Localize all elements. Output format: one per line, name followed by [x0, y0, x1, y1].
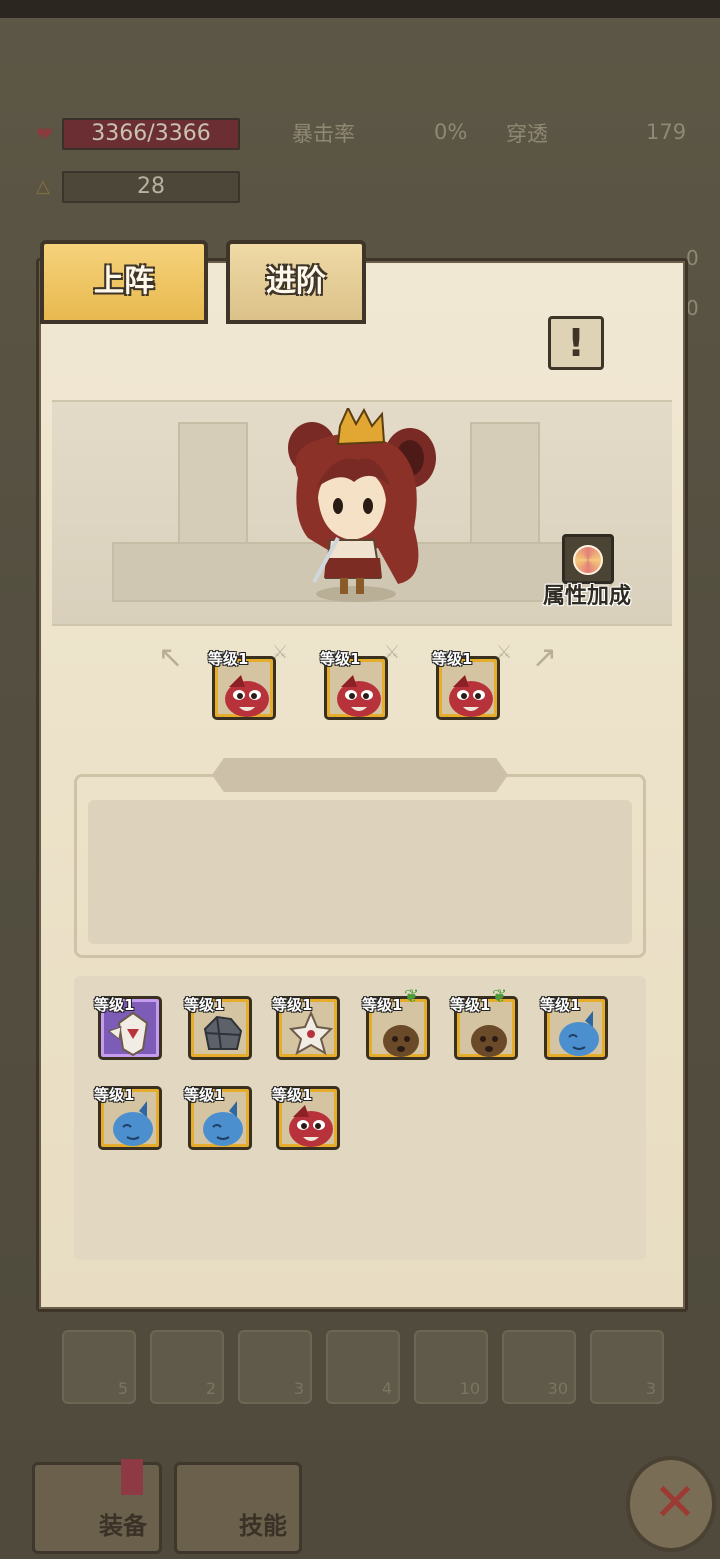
heart-icon: ❤ [36, 122, 53, 146]
sword-icon: ⚔ [272, 642, 289, 663]
crit-label: 暴击率 [292, 122, 355, 146]
equipment-tab[interactable]: 装备 [32, 1459, 162, 1554]
leaf-icon: ❦ [492, 986, 508, 1007]
unit-level-label: 等级1 [184, 996, 225, 1014]
hero-character[interactable] [278, 408, 438, 604]
blue-item-slot: 4 [326, 1330, 400, 1404]
info-button[interactable]: ! [548, 316, 604, 370]
exclamation-icon: ! [567, 321, 585, 365]
blue-dragon-icon [559, 1011, 599, 1056]
unit-info-title-bar [212, 758, 508, 792]
unit-level-label: 等级1 [184, 1086, 225, 1104]
blue-dragon-icon [113, 1101, 153, 1146]
level-bar: 28 [62, 171, 240, 203]
background-inventory: 5 2 3 4 10 30 3 [48, 1330, 678, 1416]
level-triangle-icon: △ [36, 176, 50, 197]
skills-tab-label: 技能 [239, 1512, 287, 1540]
equipment-tab-label: 装备 [99, 1512, 147, 1540]
hp-bar: 3366/3366 [62, 118, 240, 150]
sword-icon: ⚔ [384, 642, 401, 663]
iron-slot: 30 [502, 1330, 576, 1404]
pierce-label: 穿透 [506, 122, 548, 146]
pickaxe-slot: 5 [62, 1330, 136, 1404]
paper-knight-icon [107, 1011, 149, 1057]
top-bar [0, 0, 720, 18]
unit-level-label: 等级1 [450, 996, 491, 1014]
bookmark-icon [121, 1459, 143, 1495]
unit-level-label: 等级1 [272, 996, 313, 1014]
arrow-right-icon: ↗ [532, 640, 558, 675]
mandrake-icon [383, 1025, 419, 1057]
unit-level-label: 等级1 [320, 650, 361, 668]
swirl-icon [573, 545, 603, 575]
paper-star-icon [288, 1010, 334, 1056]
unit-level-label: 等级1 [540, 996, 581, 1014]
red-bird-icon [289, 1105, 333, 1147]
unit-level-label: 等级1 [362, 996, 403, 1014]
skills-tab[interactable]: 技能 [174, 1462, 302, 1554]
unit-info-box [88, 800, 632, 944]
close-icon: ✕ [653, 1473, 697, 1533]
unit-level-label: 等级1 [208, 650, 249, 668]
attribute-bonus-label: 属性加成 [542, 584, 631, 609]
red-bird-icon [225, 675, 269, 717]
stone-golem-icon [203, 1015, 243, 1050]
sword-icon: ⚔ [496, 642, 513, 663]
unit-level-label: 等级1 [94, 1086, 135, 1104]
attribute-bonus-button[interactable] [562, 534, 614, 584]
scroll-slot: 10 [414, 1330, 488, 1404]
arrow-left-icon: ↖ [158, 640, 184, 675]
unit-level-label: 等级1 [272, 1086, 313, 1104]
tab-deploy[interactable]: 上阵 [40, 240, 208, 324]
cat-mask-slot: 2 [150, 1330, 224, 1404]
red-item-slot: 3 [238, 1330, 312, 1404]
close-button[interactable]: ✕ [626, 1456, 716, 1552]
unit-level-label: 等级1 [94, 996, 135, 1014]
unit-level-label: 等级1 [432, 650, 473, 668]
crit-value: 0% [434, 120, 468, 144]
red-bird-icon [449, 675, 493, 717]
pierce-value: 179 [646, 120, 687, 144]
mandrake-icon [471, 1025, 507, 1057]
tab-advance[interactable]: 进阶 [226, 240, 366, 324]
leaf-icon: ❦ [404, 986, 420, 1007]
blue-dragon-icon [203, 1101, 243, 1146]
parts-slot: 3 [590, 1330, 664, 1404]
red-bird-icon [337, 675, 381, 717]
